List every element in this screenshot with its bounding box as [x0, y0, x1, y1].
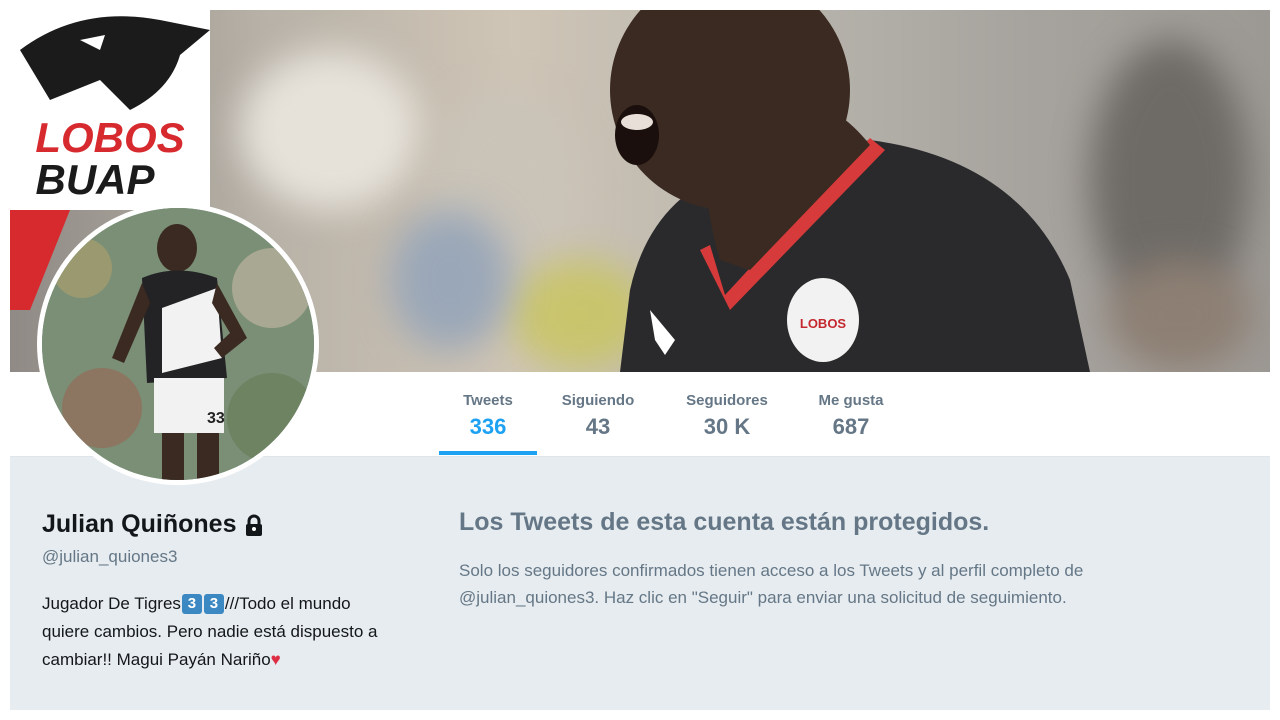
stat-value: 687: [832, 414, 870, 439]
stat-value: 43: [585, 414, 611, 439]
active-tab-indicator: [439, 451, 537, 455]
profile-handle[interactable]: @julian_quiones3: [42, 547, 177, 567]
profile-name[interactable]: Julian Quiñones: [42, 510, 264, 539]
profile-page: LOBOS LOBOS BUAP Tweets 336 Siguiendo 43: [10, 10, 1270, 710]
profile-bio: Jugador De Tigres 3 3///Todo el mundo quie…: [42, 590, 402, 674]
svg-text:LOBOS: LOBOS: [35, 114, 184, 161]
tab-tweets[interactable]: Tweets 336: [441, 392, 535, 442]
stat-label: Seguidores: [686, 392, 768, 409]
protected-title: Los Tweets de esta cuenta están protegid…: [459, 508, 990, 536]
stat-value: 336: [469, 414, 507, 439]
profile-name-text: Julian Quiñones: [42, 510, 237, 538]
svg-text:LOBOS: LOBOS: [800, 316, 847, 331]
svg-text:33: 33: [207, 410, 225, 427]
tab-following[interactable]: Siguiendo 43: [553, 392, 643, 442]
avatar-photo: 33: [42, 208, 314, 480]
tab-followers[interactable]: Seguidores 30 K: [676, 392, 778, 442]
stat-label: Me gusta: [818, 392, 884, 409]
avatar[interactable]: 33: [37, 203, 319, 485]
keycap-3-emoji: 3: [181, 594, 202, 614]
keycap-3-emoji: 3: [203, 594, 224, 614]
bio-text-1: Jugador De Tigres: [42, 594, 181, 613]
svg-text:BUAP: BUAP: [35, 156, 155, 203]
stat-label: Tweets: [463, 392, 513, 409]
tab-likes[interactable]: Me gusta 687: [808, 392, 894, 442]
protected-description: Solo los seguidores confirmados tienen a…: [459, 561, 1084, 607]
lock-icon: [246, 514, 263, 536]
heart-icon: ♥: [270, 650, 281, 669]
stat-value: 30 K: [703, 414, 751, 439]
stat-label: Siguiendo: [561, 392, 635, 409]
